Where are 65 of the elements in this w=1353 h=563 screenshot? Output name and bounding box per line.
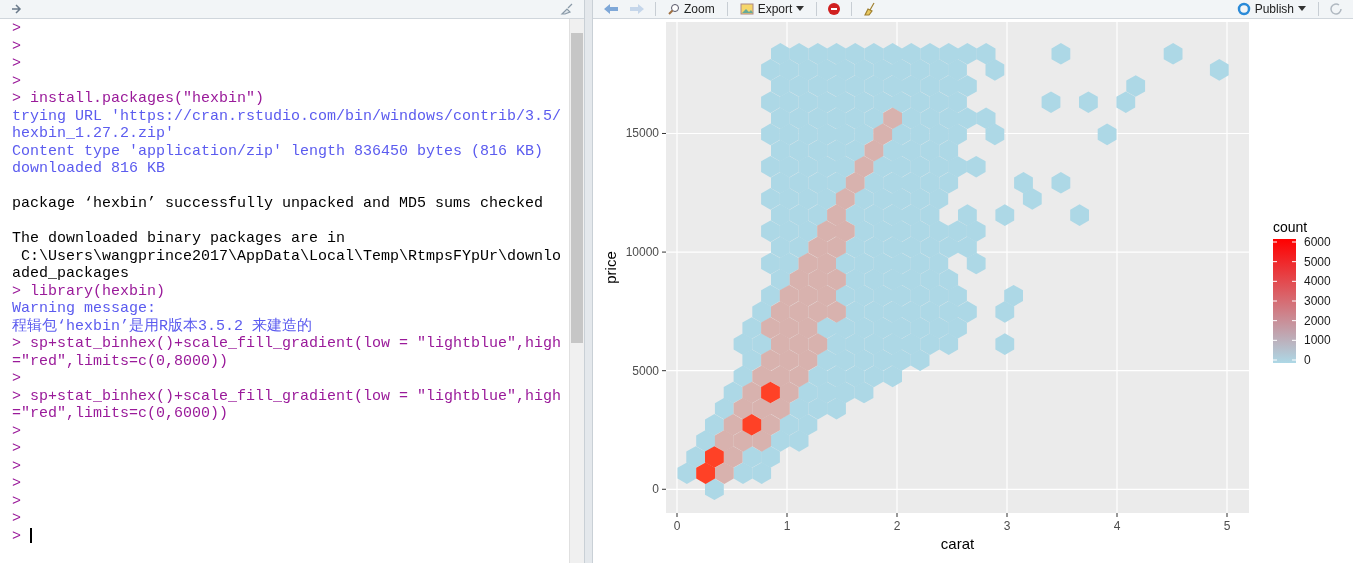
forward-arrow-icon[interactable] [629, 3, 645, 15]
publish-icon [1236, 2, 1251, 16]
console-command: > [12, 72, 22, 90]
x-tick-label: 3 [1003, 519, 1011, 533]
x-tick-label: 4 [1113, 519, 1121, 533]
console-output: trying URL 'https://cran.rstudio.com/bin/windows/contrib/3.5/ [12, 107, 563, 125]
console-output: The downloaded binary packages are in [12, 230, 347, 248]
console-output: package ‘hexbin’ successfully unpacked and MD5 sums checked [12, 195, 545, 213]
legend-title: count [1273, 219, 1308, 235]
console-command: ="red",limits=c(0,8000)) [12, 352, 230, 370]
legend-label: 4000 [1304, 274, 1331, 289]
image-icon [739, 3, 754, 15]
console-output: downloaded 816 KB [12, 160, 167, 178]
x-tick-label: 1 [783, 519, 791, 533]
console-command: > [12, 370, 22, 388]
text-cursor [30, 528, 32, 544]
x-axis-title: carat [940, 535, 975, 552]
legend-label: 1000 [1304, 333, 1331, 348]
legend-label: 6000 [1304, 235, 1331, 249]
x-tick-label: 5 [1223, 519, 1231, 533]
y-axis-title: price [602, 251, 619, 284]
delete-icon[interactable] [827, 2, 842, 16]
legend-label: 0 [1304, 353, 1311, 367]
console-output: Warning message: [12, 300, 158, 318]
console-command: > [12, 475, 22, 493]
console-command: > [12, 55, 22, 73]
console-prompt: > [12, 527, 21, 545]
y-tick-label: 10000 [625, 245, 659, 260]
export-button[interactable]: Export [737, 2, 807, 16]
y-tick-label: 15000 [625, 126, 659, 141]
console-output: Content type 'application/zip' length 836450 bytes (816 KB) [12, 142, 545, 160]
broom-icon[interactable] [862, 2, 877, 16]
x-tick-label: 2 [893, 519, 901, 533]
y-tick-label: 0 [652, 482, 659, 497]
legend-label: 2000 [1304, 313, 1331, 328]
magnifier-icon [668, 3, 680, 15]
console-command: > library(hexbin) [12, 282, 167, 300]
console-command: > [12, 422, 22, 440]
console-command: ="red",limits=c(0,6000)) [12, 405, 230, 423]
scrollbar[interactable] [569, 19, 584, 563]
console-command: > [12, 37, 22, 55]
legend-label: 3000 [1304, 294, 1331, 308]
y-tick-label: 5000 [632, 363, 659, 378]
back-arrow-icon[interactable] [603, 3, 619, 15]
console-output: 程辑包‘hexbin’是用R版本3.5.2 来建造的 [12, 317, 314, 335]
console-command: > sp+stat_binhex()+scale_fill_gradient(low = "lightblue",high [12, 387, 563, 405]
console-command: > sp+stat_binhex()+scale_fill_gradient(low = "lightblue",high [12, 335, 563, 353]
console-output: aded_packages [12, 265, 131, 283]
console-command: > [12, 457, 22, 475]
console-output: C:\Users\wangprince2017\AppData\Local\Temp\RtmpsFYpUr\downlo [20, 247, 563, 265]
console-command: > [12, 440, 22, 458]
console-output: hexbin_1.27.2.zip' [12, 125, 176, 143]
caret-icon [796, 6, 805, 12]
refresh-icon[interactable] [1329, 2, 1343, 16]
broom-icon[interactable] [560, 3, 574, 15]
console-command: > [12, 492, 22, 510]
zoom-button[interactable]: Zoom [666, 2, 717, 16]
arrow-icon[interactable] [10, 3, 22, 15]
console-command: > [12, 20, 22, 38]
console-command: > install.packages("hexbin") [12, 90, 266, 108]
publish-button[interactable]: Publish [1234, 2, 1308, 16]
console-command: > [12, 510, 22, 528]
x-tick-label: 0 [673, 519, 681, 533]
legend-label: 5000 [1304, 254, 1331, 269]
caret-icon [1298, 6, 1306, 12]
